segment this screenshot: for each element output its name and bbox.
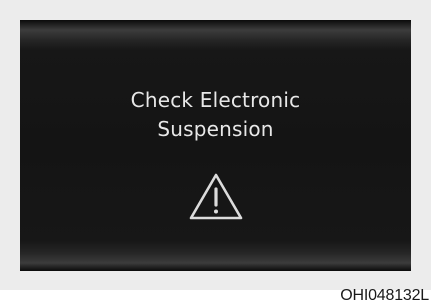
figure-code: OHI048132L xyxy=(340,287,429,304)
warning-triangle-icon xyxy=(189,173,243,220)
display-frame: Check Electronic Suspension xyxy=(0,0,431,290)
warning-message-line-1: Check Electronic xyxy=(130,88,301,112)
warning-message: Check Electronic Suspension xyxy=(20,86,411,144)
cluster-display-screen: Check Electronic Suspension xyxy=(20,20,411,271)
warning-message-line-2: Suspension xyxy=(157,117,274,141)
